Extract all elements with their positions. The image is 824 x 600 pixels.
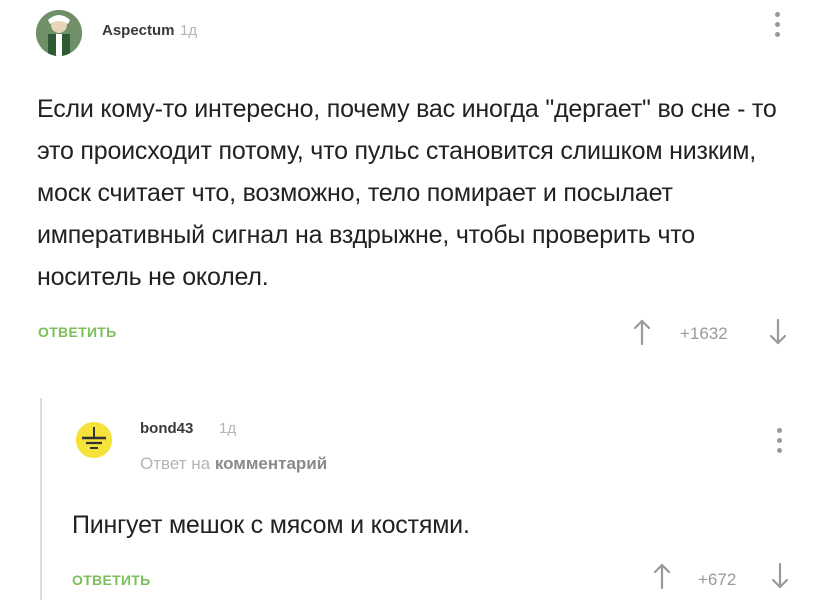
rating: +672 (698, 570, 737, 589)
avatar[interactable] (76, 422, 112, 458)
reply-button[interactable]: ОТВЕТИТЬ (72, 572, 151, 588)
reply-to-link[interactable]: комментарий (215, 454, 327, 473)
avatar[interactable] (36, 10, 82, 56)
reply-to-info: Ответ на комментарий (140, 454, 327, 474)
comment-text: Пингует мешок с мясом и костями. (72, 511, 470, 539)
username[interactable]: bond43 (140, 420, 193, 437)
more-vertical-icon[interactable] (772, 12, 782, 37)
reply-comment: bond43 1д Ответ на комментарий Пингует м… (40, 398, 824, 600)
comment-text: Если кому-то интересно, почему вас иногд… (37, 95, 777, 291)
arrow-down-icon[interactable] (768, 318, 788, 351)
comment: Aspectum 1д Если кому-то интересно, поче… (0, 0, 824, 380)
reply-button[interactable]: ОТВЕТИТЬ (38, 324, 117, 340)
arrow-up-icon[interactable] (632, 318, 652, 351)
timestamp: 1д (219, 420, 237, 437)
username[interactable]: Aspectum (102, 22, 175, 39)
arrow-up-icon[interactable] (652, 562, 672, 595)
timestamp: 1д (180, 22, 198, 39)
more-vertical-icon[interactable] (774, 428, 784, 453)
arrow-down-icon[interactable] (770, 562, 790, 595)
rating: +1632 (680, 324, 728, 343)
reply-to-prefix: Ответ на (140, 454, 211, 473)
